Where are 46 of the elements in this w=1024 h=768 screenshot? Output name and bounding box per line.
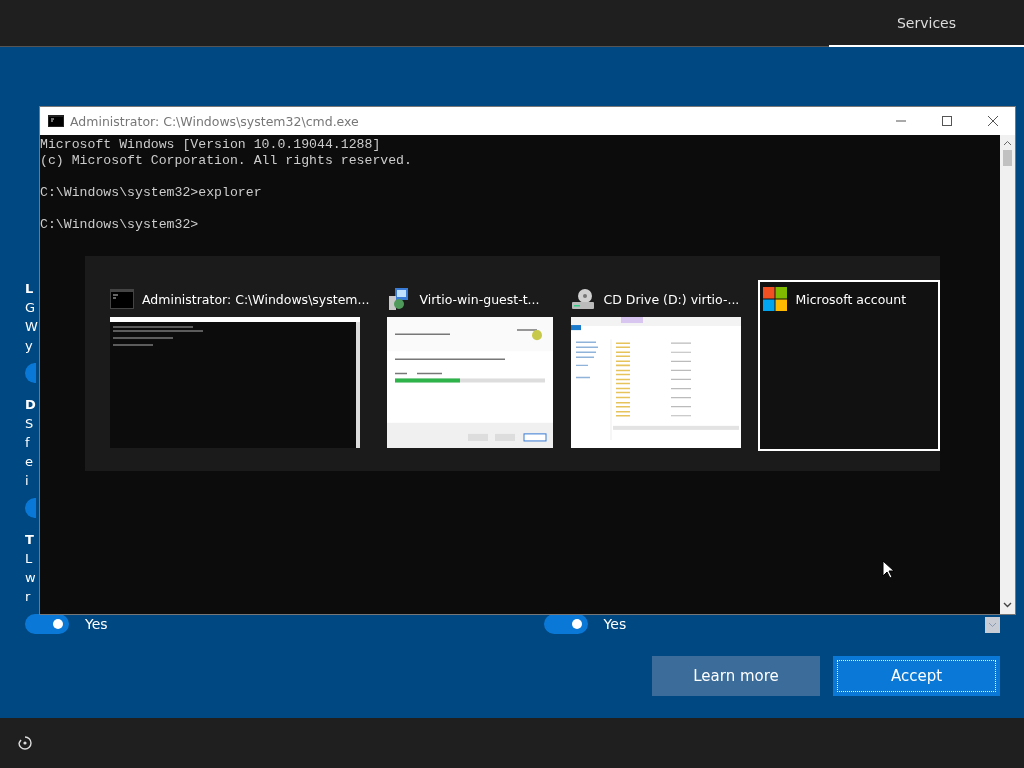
cd-drive-icon xyxy=(571,287,596,311)
toggle-label: Yes xyxy=(85,616,108,632)
console-text: C:\Windows\system32>explorer xyxy=(40,185,262,200)
window-title: CD Drive (D:) virtio-... xyxy=(603,291,740,307)
learn-more-button[interactable]: Learn more xyxy=(652,656,820,696)
description-text: w xyxy=(25,569,36,587)
section-heading: D xyxy=(25,396,36,414)
description-text: L xyxy=(25,550,33,568)
console-text: Microsoft Windows [Version 10.0.19044.1288] xyxy=(40,137,381,152)
accept-button[interactable]: Accept xyxy=(833,656,1000,696)
scrollbar[interactable] xyxy=(1000,135,1015,614)
close-icon[interactable] xyxy=(987,115,999,127)
task-tile[interactable]: CD Drive (D:) virtio-... xyxy=(566,280,747,454)
console-icon xyxy=(48,115,64,127)
task-tile[interactable]: Microsoft account xyxy=(758,280,940,451)
toggle-switch[interactable] xyxy=(25,363,36,383)
description-text: e xyxy=(25,453,33,471)
console-text: C:\Windows\system32> xyxy=(40,217,199,232)
toggle-switch[interactable] xyxy=(543,614,588,634)
toggle-label: Yes xyxy=(603,616,627,632)
console-icon xyxy=(110,289,134,309)
description-text: i xyxy=(25,472,29,490)
window-title: Virtio-win-guest-t... xyxy=(419,291,540,307)
scrollbar-thumb[interactable] xyxy=(1003,150,1012,166)
section-heading: T xyxy=(25,531,34,549)
description-text: f xyxy=(25,434,30,452)
toggle-switch[interactable] xyxy=(25,614,69,634)
description-text: S xyxy=(25,415,34,433)
windows-logo-icon xyxy=(763,287,788,311)
window-title: Administrator: C:\Windows\system32\cmd.exe xyxy=(70,113,359,129)
description-text: W xyxy=(25,318,38,336)
description-text: G xyxy=(25,299,36,317)
task-tile[interactable]: Administrator: C:\Windows\system... xyxy=(105,280,375,454)
mouse-pointer-icon xyxy=(882,560,894,579)
window-title: Administrator: C:\Windows\system... xyxy=(142,291,370,307)
window-title: Microsoft account xyxy=(795,291,907,307)
section-heading: L xyxy=(25,280,34,298)
console-text: (c) Microsoft Corporation. All rights reserved. xyxy=(40,153,412,168)
scroll-up-icon[interactable] xyxy=(1003,140,1012,146)
scroll-down-icon[interactable] xyxy=(1003,602,1012,608)
description-text: r xyxy=(25,588,31,606)
task-tile[interactable]: Virtio-win-guest-t... xyxy=(382,280,559,454)
ease-of-access-icon[interactable] xyxy=(17,735,33,751)
maximize-icon[interactable] xyxy=(941,115,953,127)
description-text: y xyxy=(25,337,33,355)
toggle-switch[interactable] xyxy=(25,498,36,518)
